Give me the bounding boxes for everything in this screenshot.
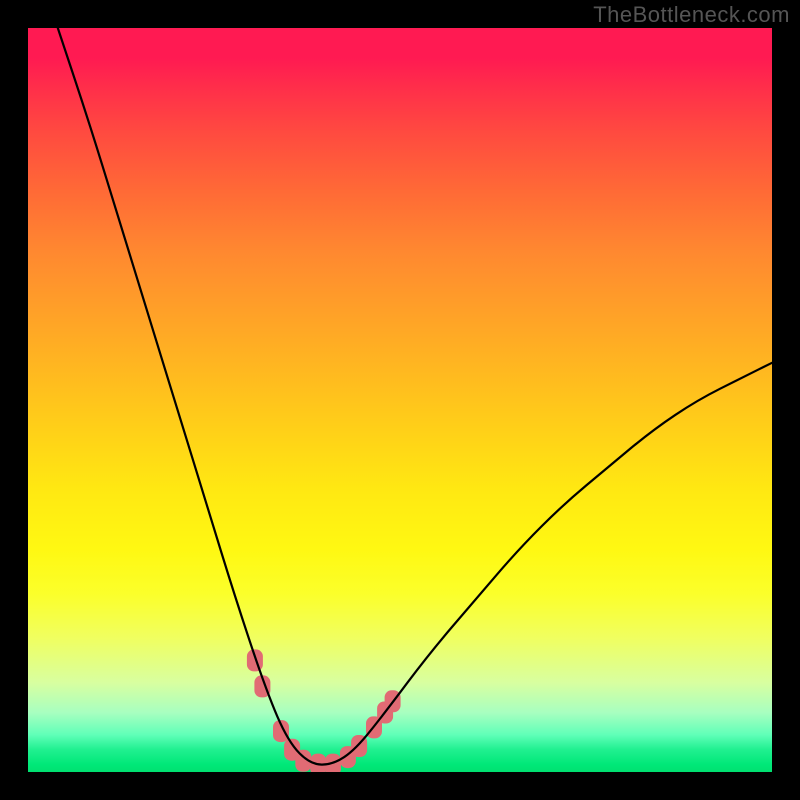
watermark-text: TheBottleneck.com [593,2,790,28]
chart-frame: TheBottleneck.com [0,0,800,800]
marker-group [247,649,401,772]
curve-layer [28,28,772,772]
bottleneck-curve [58,28,772,765]
trough-marker [247,649,263,671]
plot-area [28,28,772,772]
